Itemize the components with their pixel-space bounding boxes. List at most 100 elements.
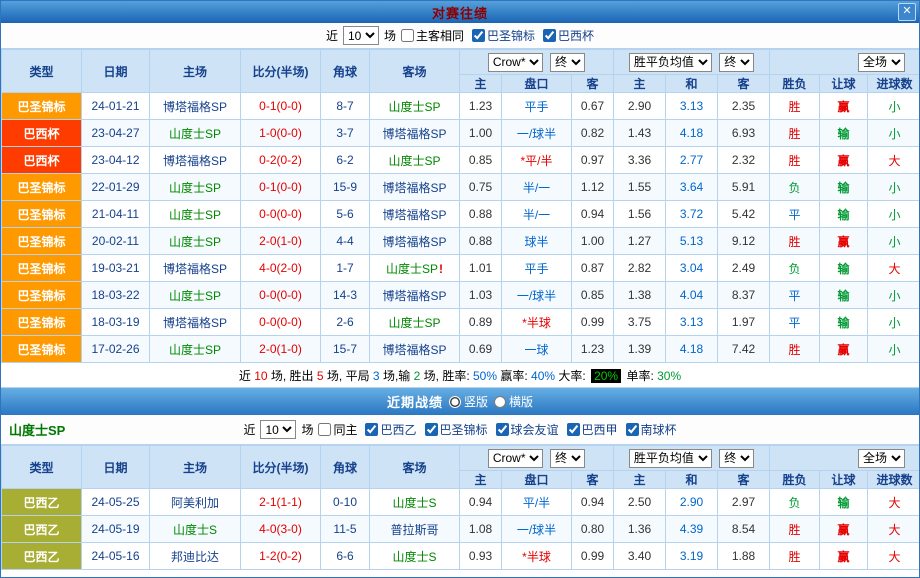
match-date: 24-05-16 [82, 543, 150, 570]
avg-draw-odds: 3.64 [666, 174, 718, 201]
corner-score: 15-7 [321, 336, 370, 363]
scope-select[interactable]: 全场 [858, 449, 905, 468]
avg-draw-odds: 3.72 [666, 201, 718, 228]
h2h-summary: 近 10 场, 胜出 5 场, 平局 3 场,输 2 场, 胜率: 50% 赢率… [1, 363, 919, 388]
checkbox-label: 巴西甲 [582, 421, 618, 438]
radio-horizontal[interactable] [494, 396, 506, 408]
filter-checkbox[interactable]: 巴西甲 [567, 421, 618, 438]
checkbox-label: 球会友谊 [511, 421, 559, 438]
home-team: 博塔福格SP [150, 255, 241, 282]
result-wdl: 平 [770, 309, 820, 336]
checkbox-input[interactable] [626, 423, 639, 436]
scope-select[interactable]: 全场 [858, 53, 905, 72]
subcol-handicap-result: 让球 [820, 471, 868, 489]
checkbox-label: 南球杯 [641, 421, 677, 438]
recent-count-select[interactable]: 10 [260, 420, 296, 439]
corner-score: 0-10 [321, 489, 370, 516]
checkbox-input[interactable] [318, 423, 331, 436]
avg-home-odds: 1.36 [614, 516, 666, 543]
away-team: 博塔福格SP [370, 282, 460, 309]
match-score: 2-0(1-0) [241, 336, 321, 363]
away-team: 博塔福格SP [370, 228, 460, 255]
handicap-line: 一/球半 [502, 516, 572, 543]
result-wdl: 胜 [770, 120, 820, 147]
layout-horizontal-option[interactable]: 横版 [494, 393, 533, 410]
filter-checkbox[interactable]: 南球杯 [626, 421, 677, 438]
close-icon[interactable]: ✕ [898, 3, 916, 21]
handicap-away-odds: 0.94 [572, 489, 614, 516]
odds-final-select[interactable]: 终 [550, 53, 585, 72]
result-handicap: 赢 [820, 336, 868, 363]
filter-checkbox[interactable]: 球会友谊 [496, 421, 559, 438]
checkbox-input[interactable] [496, 423, 509, 436]
near-label: 近 [243, 421, 255, 438]
result-wdl: 胜 [770, 93, 820, 120]
subcol-odds-home: 主 [460, 471, 502, 489]
match-count-select[interactable]: 10 [343, 26, 379, 45]
avg-home-odds: 3.75 [614, 309, 666, 336]
odds-final-select[interactable]: 终 [550, 449, 585, 468]
filter-checkbox[interactable]: 主客相同 [401, 27, 464, 44]
scope-select-group: 全场 [770, 446, 920, 471]
handicap-away-odds: 0.85 [572, 282, 614, 309]
result-goals: 小 [868, 282, 920, 309]
checkbox-input[interactable] [543, 29, 556, 42]
odds-company-select[interactable]: Crow* [488, 449, 543, 468]
filter-checkbox[interactable]: 巴圣锦标 [472, 27, 535, 44]
corner-score: 2-6 [321, 309, 370, 336]
checkbox-input[interactable] [472, 29, 485, 42]
filter-checkbox[interactable]: 巴西乙 [365, 421, 416, 438]
filter-checkbox[interactable]: 巴西杯 [543, 27, 594, 44]
result-handicap: 输 [820, 120, 868, 147]
subcol-handicap: 盘口 [502, 75, 572, 93]
checkbox-label: 巴圣锦标 [487, 27, 535, 44]
subcol-avg-away: 客 [718, 471, 770, 489]
avg-home-odds: 2.50 [614, 489, 666, 516]
radio-vertical[interactable] [449, 396, 461, 408]
odds-company-select[interactable]: Crow* [488, 53, 543, 72]
result-goals: 大 [868, 147, 920, 174]
layout-vertical-option[interactable]: 竖版 [449, 393, 488, 410]
result-goals: 小 [868, 174, 920, 201]
league-badge: 巴圣锦标 [2, 336, 82, 363]
avg-odds-select[interactable]: 胜平负均值 [629, 449, 712, 468]
h2h-window: 对赛往绩 ✕ 近 10 场 主客相同巴圣锦标巴西杯 类型 日期 主场 比分(半场… [0, 0, 920, 578]
alert-icon: ! [439, 262, 443, 276]
corner-score: 8-7 [321, 93, 370, 120]
window-title: 对赛往绩 [432, 3, 488, 22]
avg-odds-select[interactable]: 胜平负均值 [629, 53, 712, 72]
checkbox-input[interactable] [401, 29, 414, 42]
avg-away-odds: 6.93 [718, 120, 770, 147]
avg-home-odds: 2.90 [614, 93, 666, 120]
summary-segment: 20% [591, 369, 621, 383]
avg-final-select[interactable]: 终 [719, 449, 754, 468]
recent-table-body: 巴西乙24-05-25阿美利加2-1(1-1)0-10山度士S0.94平/半0.… [2, 489, 920, 570]
result-goals: 大 [868, 255, 920, 282]
league-badge: 巴西乙 [2, 543, 82, 570]
filter-checkbox[interactable]: 巴圣锦标 [425, 421, 488, 438]
home-team: 山度士S [150, 516, 241, 543]
checkbox-input[interactable] [567, 423, 580, 436]
handicap-away-odds: 0.97 [572, 147, 614, 174]
away-team: 博塔福格SP [370, 174, 460, 201]
avg-final-select[interactable]: 终 [719, 53, 754, 72]
avg-away-odds: 2.35 [718, 93, 770, 120]
league-filter-checkboxes: 主客相同 巴圣锦标 巴西杯 [401, 27, 594, 44]
checkbox-input[interactable] [425, 423, 438, 436]
subcol-avg-away: 客 [718, 75, 770, 93]
summary-segment: 场, 平局 [324, 369, 373, 383]
checkbox-label: 巴西杯 [558, 27, 594, 44]
match-date: 20-02-11 [82, 228, 150, 255]
result-goals: 小 [868, 120, 920, 147]
checkbox-input[interactable] [365, 423, 378, 436]
handicap-away-odds: 0.87 [572, 255, 614, 282]
avg-home-odds: 1.27 [614, 228, 666, 255]
filter-checkbox[interactable]: 同主 [318, 421, 357, 438]
summary-segment: 3 [373, 369, 380, 383]
result-goals: 大 [868, 489, 920, 516]
match-score: 0-1(0-0) [241, 174, 321, 201]
corner-score: 4-4 [321, 228, 370, 255]
summary-segment: 场, 胜出 [268, 369, 317, 383]
match-score: 0-0(0-0) [241, 201, 321, 228]
result-wdl: 平 [770, 201, 820, 228]
